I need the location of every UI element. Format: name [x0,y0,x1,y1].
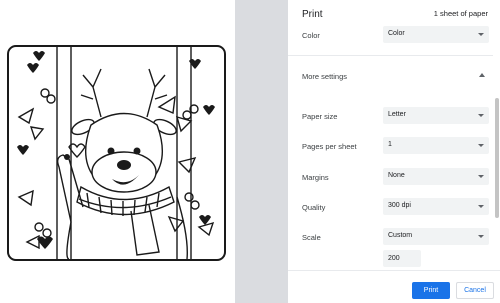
settings-scrollbar[interactable] [495,98,499,218]
dropdown-caret-icon [478,205,484,208]
quality-value: 300 dpi [388,202,411,209]
dropdown-caret-icon [478,33,484,36]
divider [288,55,493,56]
scale-value: Custom [388,232,413,239]
dropdown-caret-icon [478,235,484,238]
margins-select[interactable]: None [383,168,489,185]
more-settings-toggle[interactable]: More settings [288,62,493,88]
dialog-title: Print [302,9,323,20]
color-label: Color [302,31,320,40]
sheet-count: 1 sheet of paper [433,9,488,18]
custom-scale-input[interactable] [383,250,421,267]
preview-page-coloring-reindeer [7,45,226,261]
dropdown-caret-icon [478,144,484,147]
quality-label: Quality [302,203,326,212]
paper-size-label: Paper size [302,112,338,121]
color-select[interactable]: Color [383,26,489,43]
dialog-header: Print 1 sheet of paper [288,0,500,28]
footer-divider [288,270,500,271]
print-button[interactable]: Print [412,282,450,299]
pages-per-sheet-select[interactable]: 1 [383,137,489,154]
pages-per-sheet-label: Pages per sheet [302,142,357,151]
dropdown-caret-icon [478,175,484,178]
scale-label: Scale [302,233,321,242]
color-select-value: Color [388,30,405,37]
print-settings-panel: Print 1 sheet of paper Color Color More … [288,0,500,303]
preview-gutter [235,0,288,303]
chevron-up-icon [479,73,485,77]
paper-size-value: Letter [388,111,406,118]
pages-per-sheet-value: 1 [388,141,392,148]
reindeer-illustration [17,47,215,259]
scale-select[interactable]: Custom [383,228,489,245]
paper-size-select[interactable]: Letter [383,107,489,124]
quality-select[interactable]: 300 dpi [383,198,489,215]
margins-label: Margins [302,173,329,182]
cancel-button[interactable]: Cancel [456,282,494,299]
margins-value: None [388,172,405,179]
dropdown-caret-icon [478,114,484,117]
print-preview [0,0,235,303]
more-settings-label: More settings [302,72,348,81]
